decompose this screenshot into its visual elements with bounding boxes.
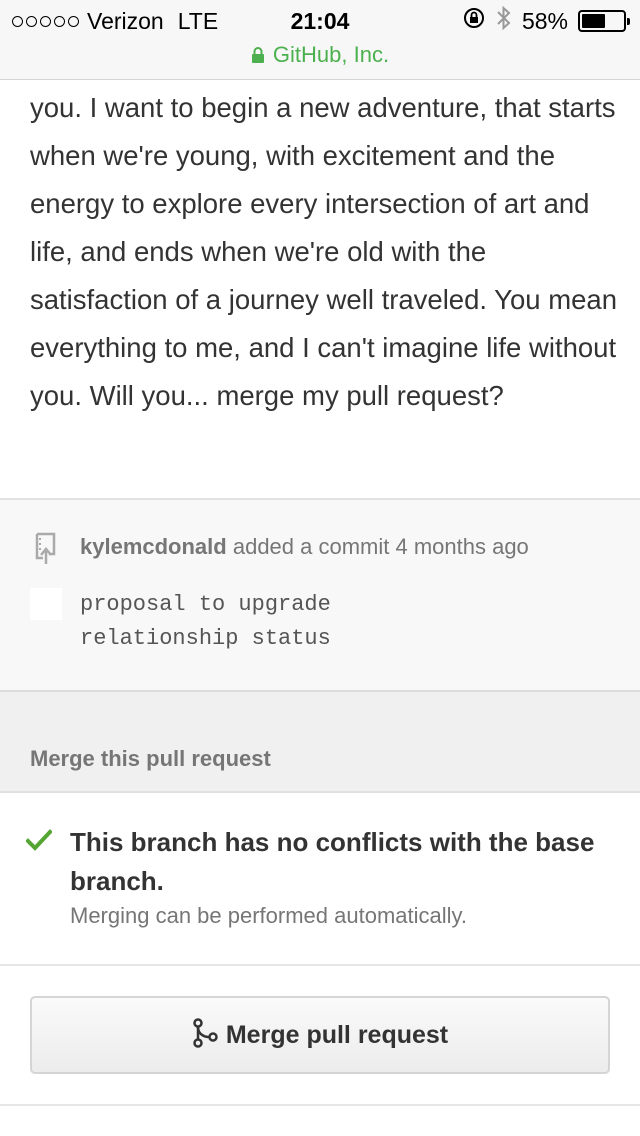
- battery-icon: [578, 10, 630, 32]
- commit-action-text: added a commit 4 months ago: [232, 534, 529, 559]
- url-bar[interactable]: GitHub, Inc.: [0, 40, 640, 70]
- bottom-divider: [0, 1104, 640, 1136]
- avatar[interactable]: [30, 588, 62, 620]
- git-merge-icon: [192, 1017, 218, 1053]
- commit-message-line: relationship status: [80, 626, 331, 651]
- commit-section: kylemcdonald added a commit 4 months ago…: [0, 498, 640, 692]
- merge-status-title: This branch has no conflicts with the ba…: [70, 827, 595, 896]
- merge-status-subtitle: Merging can be performed automatically.: [70, 903, 468, 928]
- lock-icon: [251, 46, 265, 64]
- battery-percent: 58%: [521, 7, 568, 34]
- merge-section-title: Merge this pull request: [30, 746, 271, 771]
- commit-event: kylemcdonald added a commit 4 months ago: [80, 532, 529, 562]
- pull-request-description: you. I want to begin a new adventure, th…: [30, 92, 618, 411]
- merge-section-header: Merge this pull request: [0, 692, 640, 793]
- merge-button-label: Merge pull request: [225, 1020, 449, 1049]
- status-right: 58%: [462, 5, 630, 37]
- status-bar: Verizon LTE 21:04 58% GitHub, Inc.: [0, 0, 640, 80]
- commit-message-line: proposal to upgrade: [80, 592, 331, 617]
- merge-pull-request-button[interactable]: Merge pull request: [30, 996, 610, 1074]
- commit-message-link[interactable]: proposal to upgrade relationship status: [80, 588, 331, 656]
- repo-push-icon: [34, 532, 62, 571]
- commit-author-link[interactable]: kylemcdonald: [80, 534, 227, 559]
- site-name: GitHub, Inc.: [272, 42, 390, 67]
- merge-status: This branch has no conflicts with the ba…: [0, 793, 640, 966]
- orientation-lock-icon: [462, 6, 486, 36]
- check-icon: [25, 829, 53, 856]
- bluetooth-icon: [496, 5, 512, 37]
